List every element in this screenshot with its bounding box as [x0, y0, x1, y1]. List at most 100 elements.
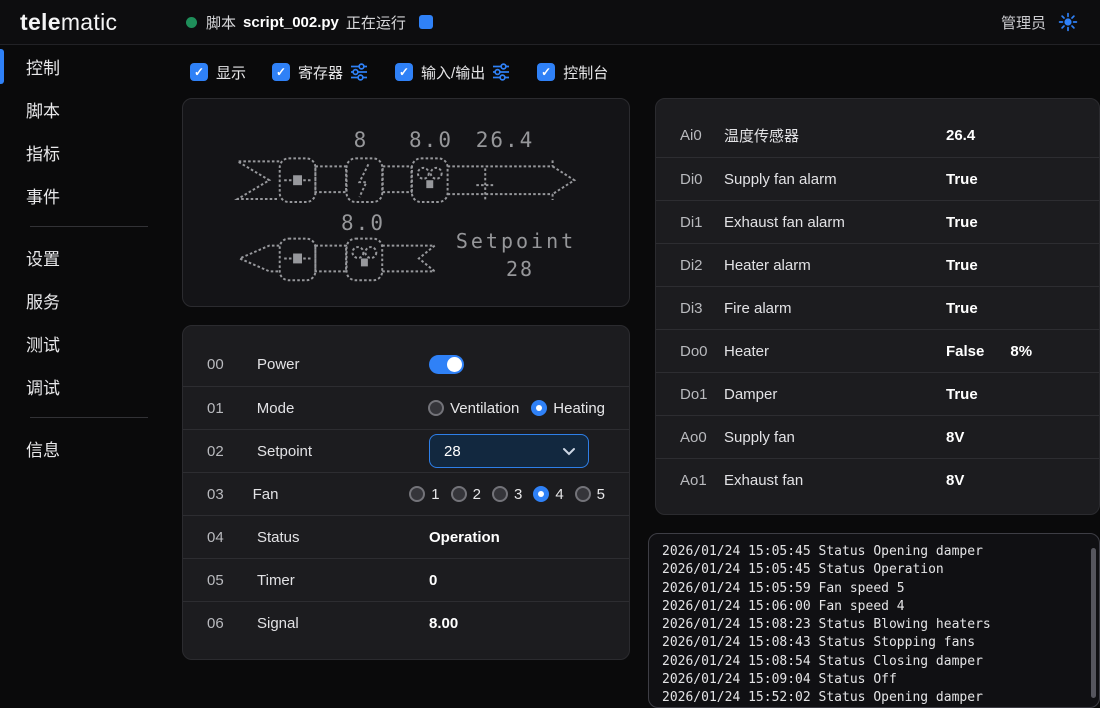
radio-icon[interactable] — [428, 400, 444, 416]
register-label: Mode — [257, 400, 428, 417]
io-value: 8V — [946, 472, 964, 489]
io-code: Di1 — [680, 214, 724, 231]
io-value: True — [946, 386, 978, 403]
io-name: Supply fan alarm — [724, 171, 946, 188]
sidebar-item-services[interactable]: 服务 — [0, 279, 166, 322]
signal-value: 8.00 — [429, 615, 458, 632]
console-line: 2026/01/24 15:52:02 Status Opening dampe… — [662, 689, 1079, 707]
display-checkbox[interactable]: ✓ — [190, 63, 208, 81]
radio-icon-selected[interactable] — [531, 400, 547, 416]
io-code: Di3 — [680, 300, 724, 317]
top-right-area: 管理员 — [1001, 0, 1078, 44]
console-scrollbar[interactable] — [1091, 548, 1096, 698]
radio-icon-selected[interactable] — [533, 486, 549, 502]
mode-option-label: Heating — [553, 400, 605, 417]
registers-settings-icon[interactable] — [349, 62, 369, 82]
app-logo: telematic — [20, 9, 117, 36]
sidebar-item-events[interactable]: 事件 — [0, 174, 166, 217]
script-status-prefix: 脚本 — [206, 12, 236, 33]
power-toggle[interactable] — [429, 355, 464, 374]
radio-icon[interactable] — [492, 486, 508, 502]
fan-option-label: 5 — [597, 486, 605, 503]
sidebar-item-info[interactable]: 信息 — [0, 427, 166, 470]
toggle-io: ✓ 输入/输出 — [395, 62, 511, 83]
register-row-timer: 05 Timer 0 — [183, 558, 629, 601]
console-line: 2026/01/24 15:08:43 Status Stopping fans — [662, 634, 1079, 652]
register-row-status: 04 Status Operation — [183, 515, 629, 558]
console-line: 2026/01/24 15:05:45 Status Opening dampe… — [662, 543, 1079, 561]
io-name: Exhaust fan alarm — [724, 214, 946, 231]
register-id: 01 — [207, 400, 257, 417]
registers-checkbox[interactable]: ✓ — [272, 63, 290, 81]
sidebar-item-control[interactable]: 控制 — [0, 45, 166, 88]
io-name: Heater alarm — [724, 257, 946, 274]
console-line: 2026/01/24 15:08:23 Status Blowing heate… — [662, 616, 1079, 634]
lcd-exhaust-fan-value: 8.0 — [331, 211, 395, 235]
register-label: Setpoint — [257, 443, 429, 460]
io-row-di0: Di0 Supply fan alarm True — [656, 157, 1099, 200]
fan-option-5[interactable]: 5 — [575, 486, 605, 503]
console-line: 2026/01/24 15:06:00 Fan speed 4 — [662, 598, 1079, 616]
toggle-console: ✓ 控制台 — [537, 62, 608, 83]
io-value: True — [946, 214, 978, 231]
console-panel[interactable]: 2026/01/24 15:05:45 Status Opening dampe… — [648, 533, 1100, 708]
sidebar-item-metrics[interactable]: 指标 — [0, 131, 166, 174]
register-id: 03 — [207, 486, 253, 503]
fan-option-4[interactable]: 4 — [533, 486, 563, 503]
fan-option-label: 3 — [514, 486, 522, 503]
sidebar-item-settings[interactable]: 设置 — [0, 236, 166, 279]
io-name: Supply fan — [724, 429, 946, 446]
io-row-ao0: Ao0 Supply fan 8V — [656, 415, 1099, 458]
io-row-di1: Di1 Exhaust fan alarm True — [656, 200, 1099, 243]
io-name: 温度传感器 — [724, 125, 946, 146]
io-row-do1: Do1 Damper True — [656, 372, 1099, 415]
io-name: Heater — [724, 343, 946, 360]
register-row-signal: 06 Signal 8.00 — [183, 601, 629, 644]
registers-panel: 00 Power 01 Mode Ventilation Heating 02 … — [182, 325, 630, 660]
fan-option-3[interactable]: 3 — [492, 486, 522, 503]
io-row-di3: Di3 Fire alarm True — [656, 286, 1099, 329]
io-checkbox-label: 输入/输出 — [421, 62, 485, 83]
register-label: Fan — [253, 486, 410, 503]
setpoint-select[interactable]: 28 — [429, 434, 589, 468]
mode-option-ventilation[interactable]: Ventilation — [428, 400, 519, 417]
lcd-temperature-value: 26.4 — [465, 128, 545, 152]
sidebar-item-script[interactable]: 脚本 — [0, 88, 166, 131]
io-checkbox[interactable]: ✓ — [395, 63, 413, 81]
register-label: Status — [257, 529, 429, 546]
io-extra-value: 8% — [1010, 343, 1032, 360]
io-name: Exhaust fan — [724, 472, 946, 489]
io-settings-icon[interactable] — [491, 62, 511, 82]
lcd-display-panel: 8 8.0 26.4 8.0 Setpoint 28 — [182, 98, 630, 307]
mode-option-heating[interactable]: Heating — [531, 400, 605, 417]
console-checkbox-label: 控制台 — [563, 62, 608, 83]
io-value: 26.4 — [946, 127, 975, 144]
fan-option-2[interactable]: 2 — [451, 486, 481, 503]
stop-script-button[interactable] — [419, 15, 433, 29]
theme-sun-icon[interactable] — [1058, 12, 1078, 32]
register-label: Timer — [257, 572, 429, 589]
io-panel: Ai0 温度传感器 26.4 Di0 Supply fan alarm True… — [655, 98, 1100, 515]
sidebar-item-test[interactable]: 测试 — [0, 322, 166, 365]
fan-option-label: 1 — [431, 486, 439, 503]
mode-option-label: Ventilation — [450, 400, 519, 417]
register-row-power: 00 Power — [183, 343, 629, 386]
sidebar: 控制 脚本 指标 事件 设置 服务 测试 调试 信息 — [0, 45, 166, 700]
io-value: True — [946, 171, 978, 188]
radio-icon[interactable] — [451, 486, 467, 502]
supply-outlet-arrow — [553, 160, 575, 200]
user-label[interactable]: 管理员 — [1001, 12, 1046, 33]
radio-icon[interactable] — [575, 486, 591, 502]
console-line: 2026/01/24 15:05:59 Fan speed 5 — [662, 580, 1079, 598]
radio-icon[interactable] — [409, 486, 425, 502]
console-line: 2026/01/24 15:08:54 Status Closing dampe… — [662, 653, 1079, 671]
console-checkbox[interactable]: ✓ — [537, 63, 555, 81]
fan-option-1[interactable]: 1 — [409, 486, 439, 503]
view-toggles-toolbar: ✓ 显示 ✓ 寄存器 ✓ 输入/输出 ✓ 控制台 — [190, 57, 608, 87]
io-value: True — [946, 300, 978, 317]
lcd-setpoint-value: 28 — [495, 257, 545, 281]
register-id: 02 — [207, 443, 257, 460]
sidebar-item-debug[interactable]: 调试 — [0, 365, 166, 408]
exhaust-outlet-arrow — [240, 246, 280, 272]
script-status: 脚本 script_002.py 正在运行 — [186, 0, 433, 44]
